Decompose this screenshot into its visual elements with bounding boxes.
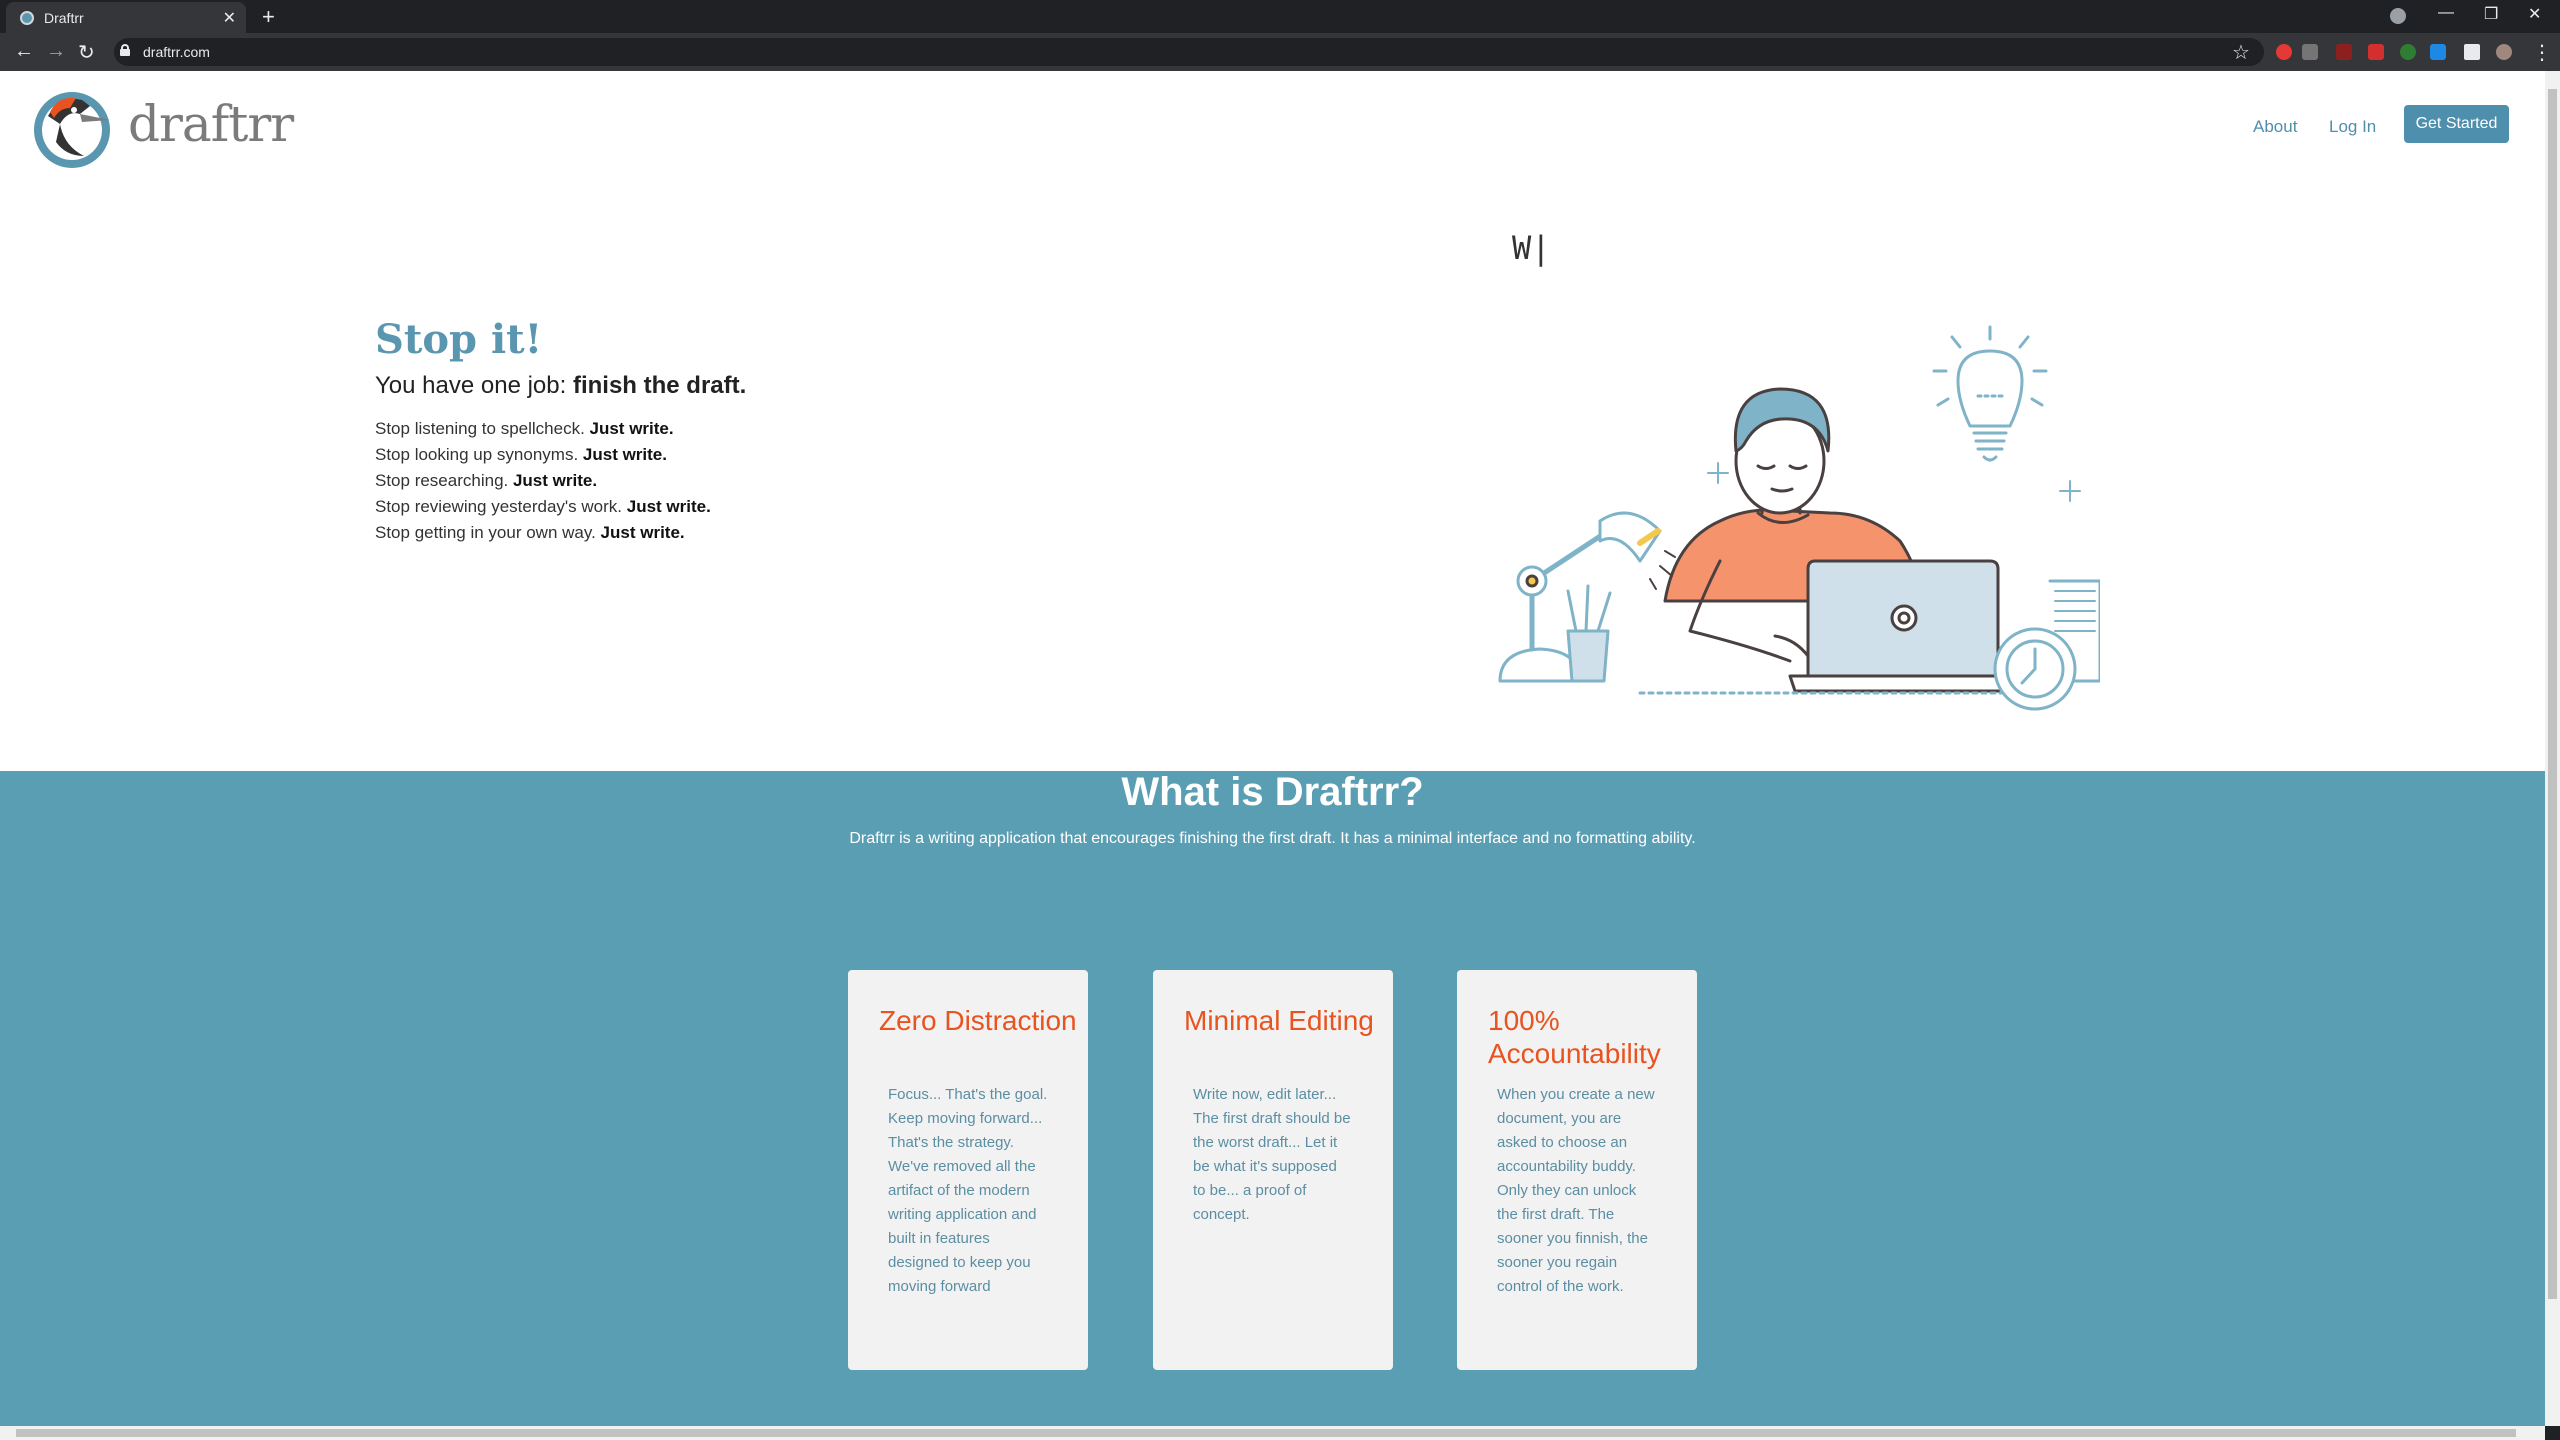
brand-name[interactable]: draftrr <box>128 95 294 153</box>
lock-icon[interactable] <box>120 44 130 56</box>
card-title: 100% Accountability <box>1488 1005 1661 1069</box>
woodpecker-logo-icon <box>34 92 110 168</box>
card-body: Write now, edit later... The first draft… <box>1193 1086 1351 1223</box>
feature-card-minimal-editing: Minimal Editing Write now, edit later...… <box>1153 970 1393 1370</box>
browser-tab[interactable]: Draftrr ✕ <box>6 2 246 33</box>
profile-avatar-icon[interactable] <box>2496 44 2512 60</box>
typewriter-text: W| <box>1512 229 1551 267</box>
tab-search-icon[interactable] <box>2390 8 2406 24</box>
forward-icon[interactable]: → <box>46 40 66 63</box>
address-bar[interactable] <box>114 38 2264 66</box>
browser-toolbar: ← → ↻ draftrr.com ☆ <box>0 33 2560 71</box>
horizontal-scrollbar[interactable] <box>0 1426 2545 1440</box>
extension-green-icon[interactable] <box>2400 44 2416 60</box>
browser-menu-icon[interactable]: ⋮ <box>2532 40 2552 65</box>
extension-gray-icon[interactable] <box>2302 44 2318 60</box>
hero-line: Stop looking up synonyms. Just write. <box>375 445 667 464</box>
card-title: Minimal Editing <box>1184 1005 1374 1036</box>
vertical-scrollbar[interactable] <box>2545 71 2560 1426</box>
browser-tabstrip: Draftrr ✕ + — ❐ ✕ <box>0 0 2560 33</box>
new-tab-button[interactable]: + <box>262 4 275 30</box>
url-text[interactable]: draftrr.com <box>143 44 210 60</box>
close-tab-icon[interactable]: ✕ <box>223 8 236 28</box>
feature-card-zero-distraction: Zero Distraction Focus... That's the goa… <box>848 970 1088 1370</box>
extension-pdf-icon[interactable] <box>2368 44 2384 60</box>
close-window-icon[interactable]: ✕ <box>2528 4 2541 24</box>
what-is-description: Draftrr is a writing application that en… <box>849 830 1696 847</box>
nav-login-link[interactable]: Log In <box>2329 117 2376 137</box>
hero-line: Stop reviewing yesterday's work. Just wr… <box>375 497 711 516</box>
extensions-puzzle-icon[interactable] <box>2464 44 2480 60</box>
back-icon[interactable]: ← <box>14 40 34 63</box>
hero-line: Stop researching. Just write. <box>375 471 598 490</box>
hero-line: Stop getting in your own way. Just write… <box>375 523 685 542</box>
hero-subtitle-lead: You have one job: <box>375 372 573 399</box>
card-body: When you create a new document, you are … <box>1497 1086 1655 1295</box>
reload-icon[interactable]: ↻ <box>78 40 95 65</box>
card-body: Focus... That's the goal. Keep moving fo… <box>888 1086 1048 1295</box>
vertical-scroll-thumb[interactable] <box>2548 89 2557 1299</box>
hero-lines: Stop listening to spellcheck. Just write… <box>375 416 711 546</box>
bookmark-star-icon[interactable]: ☆ <box>2232 40 2250 65</box>
card-title: Zero Distraction <box>879 1005 1077 1036</box>
horizontal-scroll-thumb[interactable] <box>16 1429 2516 1437</box>
hero-subtitle-bold: finish the draft. <box>572 372 747 399</box>
feature-card-accountability: 100% Accountability When you create a ne… <box>1457 970 1697 1370</box>
what-is-title: What is Draftrr? <box>1121 770 1424 814</box>
favicon-icon <box>20 11 34 25</box>
extension-blue-icon[interactable] <box>2430 44 2446 60</box>
tab-title: Draftrr <box>44 10 84 26</box>
writer-illustration <box>1498 325 2100 711</box>
hero-title: Stop it! <box>375 316 543 363</box>
hero-line: Stop listening to spellcheck. Just write… <box>375 419 674 438</box>
hero-subtitle: You have one job: finish the draft. <box>375 372 746 400</box>
extension-red-icon[interactable] <box>2276 44 2292 60</box>
minimize-icon[interactable]: — <box>2438 4 2454 22</box>
restore-icon[interactable]: ❐ <box>2484 4 2498 24</box>
get-started-button[interactable]: Get Started <box>2404 105 2509 143</box>
nav-about-link[interactable]: About <box>2253 117 2297 137</box>
extension-darkred-icon[interactable] <box>2336 44 2352 60</box>
